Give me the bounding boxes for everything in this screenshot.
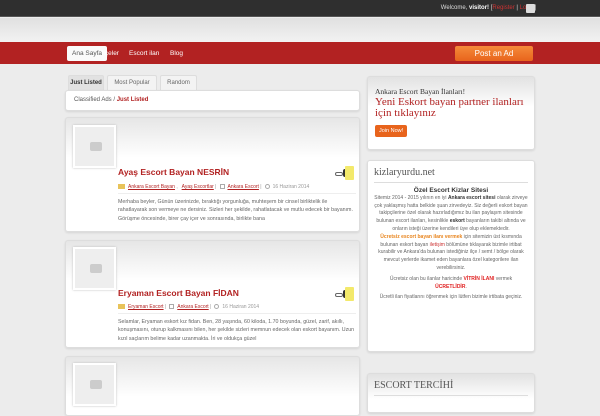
camera-icon — [90, 380, 102, 389]
price-tag-icon — [328, 166, 354, 182]
nav-ilceler[interactable]: ilçeler — [97, 46, 124, 61]
breadcrumb-current: Just Listed — [116, 97, 149, 103]
clock-icon — [264, 184, 270, 190]
widget-title: ESCORT TERCİHİ — [374, 380, 528, 396]
listing-date: 16 Haziran 2014 — [222, 304, 260, 310]
listing-description: Merhaba beyler, Günün üzerinizde, bırakt… — [118, 199, 353, 222]
welcome-label: Welcome, — [440, 5, 468, 11]
user-icon — [169, 304, 175, 310]
nav-escort-ilan[interactable]: Escort ilan — [124, 46, 164, 61]
clock-icon — [214, 304, 220, 310]
listing-description: Selamlar, Eryaman eskort kız fidan. Ben,… — [118, 319, 355, 342]
user-icon — [219, 184, 225, 190]
promo-widget: Ankara Escort Bayan İlanları! Yeni Eskor… — [367, 76, 535, 150]
tab-random[interactable]: Random — [160, 75, 197, 91]
author-link[interactable]: Ankara Escort — [177, 304, 208, 310]
category-link[interactable]: Ayaş Escortlar — [182, 184, 214, 190]
promo-tagline[interactable]: Yeni Eskort bayan partner ilanları için … — [375, 97, 527, 119]
author-link[interactable]: Ankara Escort — [228, 184, 259, 190]
listing-card — [65, 356, 360, 416]
register-link[interactable]: Register — [492, 5, 514, 11]
listing-meta: Eryaman Escort | Ankara Escort | 16 Hazira… — [118, 304, 356, 314]
username: visitor! — [469, 5, 490, 11]
folder-icon — [118, 304, 125, 310]
breadcrumb: Classified Ads / Just Listed — [65, 90, 360, 111]
preference-widget: ESCORT TERCİHİ — [367, 373, 535, 413]
listing-card: Ayaş Escort Bayan NESRİN Ankara Escort B… — [65, 117, 360, 232]
tab-just-listed[interactable]: Just Listed — [68, 75, 104, 91]
info-paragraph: Ücretsiz olan bu ilanlar haricinde VİTRİ… — [389, 275, 513, 290]
camera-icon — [90, 264, 102, 273]
listing-meta: Ankara Escort Bayan , Ayaş Escortlar | An… — [118, 184, 356, 194]
price-tag-icon — [328, 287, 354, 303]
info-paragraph: Ücretli ilan fiyatlarını öğrenmek için l… — [379, 294, 523, 301]
listing-thumbnail[interactable] — [73, 247, 116, 290]
contact-link[interactable]: iletişim — [430, 242, 445, 248]
rss-icon[interactable] — [526, 4, 535, 13]
join-now-button[interactable]: Join Now! — [375, 125, 408, 137]
folder-icon — [118, 184, 125, 190]
post-ad-button[interactable]: Post an Ad — [455, 46, 533, 61]
listing-title[interactable]: Ayaş Escort Bayan NESRİN — [118, 167, 229, 177]
widget-title: kizlaryurdu.net — [374, 167, 528, 183]
tab-most-popular[interactable]: Most Popular — [107, 75, 157, 91]
free-ad-link[interactable]: Ücretsiz escort bayan ilanı vermek — [380, 234, 462, 240]
welcome-text: Welcome, visitor! [Register | Login] — [440, 5, 536, 11]
nav-blog[interactable]: Blog — [165, 46, 188, 61]
info-paragraph: Sitemiz 2014 - 2015 yılının en iyi Ankar… — [374, 194, 528, 232]
category-link[interactable]: Eryaman Escort — [128, 304, 164, 310]
info-paragraph: Ücretsiz escort bayan ilanı vermek için … — [378, 233, 524, 271]
info-widget: kizlaryurdu.net Özel Escort Kizlar Sites… — [367, 160, 535, 352]
listing-date: 16 Haziran 2014 — [272, 184, 310, 190]
header-band — [0, 18, 600, 42]
top-bar: Welcome, visitor! [Register | Login] — [0, 0, 600, 17]
listing-card: Eryaman Escort Bayan FİDAN Eryaman Escor… — [65, 240, 360, 348]
listing-thumbnail[interactable] — [73, 125, 116, 168]
category-link[interactable]: Ankara Escort Bayan — [128, 184, 175, 190]
listing-title[interactable]: Eryaman Escort Bayan FİDAN — [118, 288, 239, 298]
info-title: Özel Escort Kizlar Sitesi — [413, 187, 489, 194]
breadcrumb-root[interactable]: Classified Ads — [74, 97, 112, 103]
camera-icon — [90, 142, 102, 151]
promo-heading: Ankara Escort Bayan İlanları! — [375, 87, 466, 96]
